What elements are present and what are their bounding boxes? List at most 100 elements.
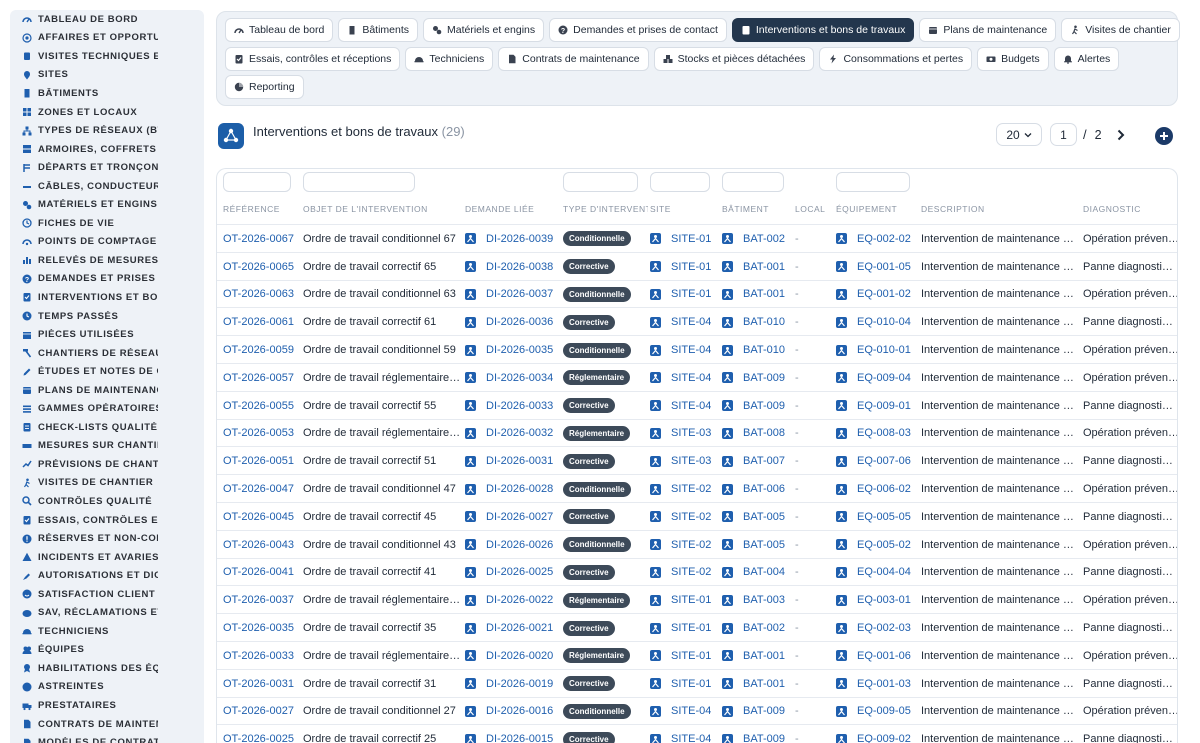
cell-equipement[interactable]: EQ-005-05 <box>836 503 920 531</box>
cell-equipement-text[interactable]: EQ-009-04 <box>857 372 911 384</box>
sidebar-item-10[interactable]: MATÉRIELS ET ENGINS <box>10 195 204 214</box>
cell-reference[interactable]: OT-2026-0033 <box>223 642 303 670</box>
cell-equipement[interactable]: EQ-009-05 <box>836 698 920 726</box>
tab-row2-2[interactable]: Contrats de maintenance <box>498 47 649 71</box>
filter-batiment[interactable] <box>722 172 784 192</box>
cell-reference[interactable]: OT-2026-0061 <box>223 308 303 336</box>
cell-batiment-text[interactable]: BAT-009 <box>743 372 785 384</box>
column-header-demande[interactable]: DEMANDE LIÉE <box>465 204 561 214</box>
cell-batiment[interactable]: BAT-002 <box>722 225 792 253</box>
cell-batiment[interactable]: BAT-001 <box>722 642 792 670</box>
column-header-batiment[interactable]: BÂTIMENT <box>722 204 792 214</box>
sidebar-item-11[interactable]: FICHES DE VIE <box>10 214 204 233</box>
table-row[interactable]: OT-2026-0047 Ordre de travail conditionne… <box>217 474 1177 503</box>
cell-equipement-text[interactable]: EQ-009-02 <box>857 733 911 743</box>
sidebar-item-24[interactable]: PRÉVISIONS DE CHANTIER <box>10 455 204 474</box>
cell-batiment-text[interactable]: BAT-001 <box>743 261 785 273</box>
cell-site-text[interactable]: SITE-04 <box>671 400 711 412</box>
filter-reference[interactable] <box>223 172 291 192</box>
cell-demande[interactable]: DI-2026-0022 <box>465 586 561 614</box>
sidebar-item-39[interactable]: MODÈLES DE CONTRATS <box>10 733 204 743</box>
cell-batiment[interactable]: BAT-001 <box>722 253 792 281</box>
sidebar-item-29[interactable]: INCIDENTS ET AVARIES <box>10 548 204 567</box>
cell-reference-text[interactable]: OT-2026-0033 <box>223 650 294 662</box>
cell-demande[interactable]: DI-2026-0019 <box>465 670 561 698</box>
cell-site-text[interactable]: SITE-02 <box>671 483 711 495</box>
cell-demande[interactable]: DI-2026-0031 <box>465 447 561 475</box>
cell-reference-text[interactable]: OT-2026-0047 <box>223 483 294 495</box>
cell-batiment-text[interactable]: BAT-002 <box>743 233 785 245</box>
sidebar-item-38[interactable]: CONTRATS DE MAINTENANCE <box>10 715 204 734</box>
cell-batiment-text[interactable]: BAT-003 <box>743 594 785 606</box>
cell-reference[interactable]: OT-2026-0025 <box>223 725 303 743</box>
cell-demande[interactable]: DI-2026-0035 <box>465 336 561 364</box>
cell-site[interactable]: SITE-02 <box>650 559 720 587</box>
cell-site-text[interactable]: SITE-04 <box>671 344 711 356</box>
cell-demande-text[interactable]: DI-2026-0027 <box>486 511 553 523</box>
cell-demande-text[interactable]: DI-2026-0015 <box>486 733 553 743</box>
cell-site-text[interactable]: SITE-01 <box>671 622 711 634</box>
cell-equipement-text[interactable]: EQ-008-03 <box>857 427 911 439</box>
cell-demande-text[interactable]: DI-2026-0038 <box>486 261 553 273</box>
cell-site[interactable]: SITE-01 <box>650 225 720 253</box>
cell-batiment[interactable]: BAT-001 <box>722 670 792 698</box>
tab-row1-1[interactable]: Bâtiments <box>338 18 418 42</box>
cell-demande[interactable]: DI-2026-0037 <box>465 281 561 309</box>
cell-demande[interactable]: DI-2026-0028 <box>465 475 561 503</box>
cell-equipement-text[interactable]: EQ-009-01 <box>857 400 911 412</box>
cell-site[interactable]: SITE-01 <box>650 281 720 309</box>
cell-reference[interactable]: OT-2026-0035 <box>223 614 303 642</box>
cell-batiment-text[interactable]: BAT-009 <box>743 733 785 743</box>
cell-equipement[interactable]: EQ-002-03 <box>836 614 920 642</box>
sidebar-item-34[interactable]: ÉQUIPES <box>10 641 204 660</box>
sidebar-item-4[interactable]: BÂTIMENTS <box>10 84 204 103</box>
sidebar-item-35[interactable]: HABILITATIONS DES ÉQUIPES <box>10 659 204 678</box>
cell-demande-text[interactable]: DI-2026-0032 <box>486 427 553 439</box>
cell-site[interactable]: SITE-01 <box>650 253 720 281</box>
cell-reference-text[interactable]: OT-2026-0061 <box>223 316 294 328</box>
cell-demande-text[interactable]: DI-2026-0039 <box>486 233 553 245</box>
cell-site[interactable]: SITE-01 <box>650 642 720 670</box>
cell-equipement[interactable]: EQ-001-05 <box>836 253 920 281</box>
cell-batiment[interactable]: BAT-005 <box>722 531 792 559</box>
sidebar-item-30[interactable]: AUTORISATIONS ET DICT <box>10 566 204 585</box>
cell-site-text[interactable]: SITE-02 <box>671 539 711 551</box>
table-row[interactable]: OT-2026-0065 Ordre de travail correctif 6… <box>217 251 1177 281</box>
table-row[interactable]: OT-2026-0051 Ordre de travail correctif 5… <box>217 446 1177 475</box>
sidebar-item-19[interactable]: ÉTUDES ET NOTES DE CALCUL <box>10 362 204 381</box>
cell-batiment[interactable]: BAT-009 <box>722 698 792 726</box>
cell-batiment[interactable]: BAT-010 <box>722 336 792 364</box>
table-row[interactable]: OT-2026-0061 Ordre de travail correctif 6… <box>217 307 1177 336</box>
sidebar-item-25[interactable]: VISITES DE CHANTIER <box>10 474 204 493</box>
cell-demande[interactable]: DI-2026-0020 <box>465 642 561 670</box>
cell-reference[interactable]: OT-2026-0047 <box>223 475 303 503</box>
sidebar-item-28[interactable]: RÉSERVES ET NON-CONFORMITÉS <box>10 529 204 548</box>
cell-batiment-text[interactable]: BAT-004 <box>743 566 785 578</box>
cell-equipement-text[interactable]: EQ-005-02 <box>857 539 911 551</box>
cell-batiment-text[interactable]: BAT-005 <box>743 539 785 551</box>
cell-reference[interactable]: OT-2026-0067 <box>223 225 303 253</box>
cell-reference-text[interactable]: OT-2026-0053 <box>223 427 294 439</box>
column-header-reference[interactable]: RÉFÉRENCE <box>223 204 303 214</box>
cell-site-text[interactable]: SITE-02 <box>671 511 711 523</box>
cell-demande[interactable]: DI-2026-0033 <box>465 392 561 420</box>
cell-equipement-text[interactable]: EQ-009-05 <box>857 705 911 717</box>
cell-site-text[interactable]: SITE-01 <box>671 261 711 273</box>
sidebar-item-5[interactable]: ZONES ET LOCAUX <box>10 103 204 122</box>
cell-batiment-text[interactable]: BAT-001 <box>743 650 785 662</box>
cell-equipement[interactable]: EQ-001-06 <box>836 642 920 670</box>
cell-reference[interactable]: OT-2026-0059 <box>223 336 303 364</box>
sidebar-item-12[interactable]: POINTS DE COMPTAGE ET <box>10 233 204 252</box>
cell-equipement-text[interactable]: EQ-005-05 <box>857 511 911 523</box>
filter-site[interactable] <box>650 172 710 192</box>
filter-type[interactable] <box>563 172 638 192</box>
page-size-select[interactable]: 20 <box>996 123 1042 146</box>
cell-equipement-text[interactable]: EQ-010-04 <box>857 316 911 328</box>
cell-batiment[interactable]: BAT-001 <box>722 281 792 309</box>
cell-reference[interactable]: OT-2026-0055 <box>223 392 303 420</box>
cell-demande[interactable]: DI-2026-0034 <box>465 364 561 392</box>
cell-batiment[interactable]: BAT-002 <box>722 614 792 642</box>
cell-reference-text[interactable]: OT-2026-0035 <box>223 622 294 634</box>
tab-row3-0[interactable]: Reporting <box>225 75 304 99</box>
column-header-type[interactable]: TYPE D'INTERVENTION <box>563 204 648 214</box>
